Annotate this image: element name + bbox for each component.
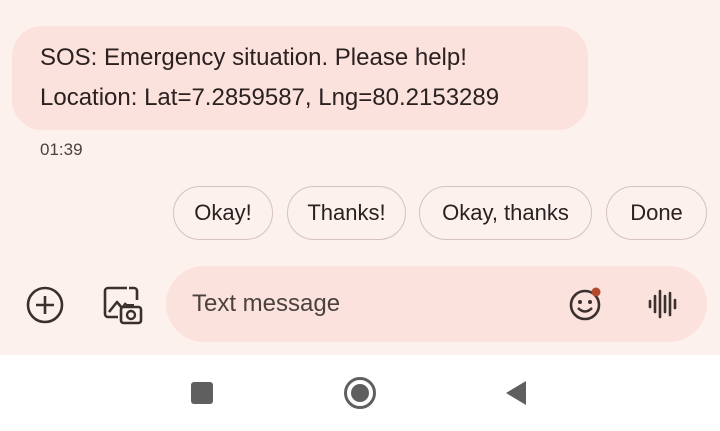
voice-waveform-icon (648, 289, 677, 319)
system-navigation-bar (0, 355, 720, 431)
message-text-line-2: Location: Lat=7.2859587, Lng=80.2153289 (40, 84, 500, 111)
back-button[interactable] (497, 373, 537, 413)
gallery-button[interactable] (100, 282, 146, 328)
add-attachment-button[interactable] (22, 282, 68, 328)
smart-reply-thanks[interactable]: Thanks! (287, 186, 406, 240)
add-circle-icon (26, 286, 64, 324)
recents-square-icon (191, 382, 213, 404)
recents-button[interactable] (182, 373, 222, 413)
smart-reply-okay-thanks[interactable]: Okay, thanks (419, 186, 592, 240)
emoji-button[interactable] (566, 284, 606, 324)
home-circle-icon (344, 377, 376, 409)
emoji-icon (569, 287, 601, 321)
message-text-line-1: SOS: Emergency situation. Please help! (40, 44, 467, 71)
smart-reply-okay[interactable]: Okay! (173, 186, 273, 240)
text-message-input[interactable] (192, 290, 552, 318)
back-triangle-icon (506, 381, 526, 405)
gallery-camera-icon (103, 286, 143, 325)
home-button[interactable] (340, 373, 380, 413)
smart-reply-done[interactable]: Done (606, 186, 707, 240)
message-bubble[interactable] (12, 26, 588, 130)
message-timestamp: 01:39 (40, 140, 83, 159)
compose-bar (166, 266, 707, 342)
conversation-area: SOS: Emergency situation. Please help! L… (0, 0, 720, 355)
voice-message-button[interactable] (642, 284, 682, 324)
